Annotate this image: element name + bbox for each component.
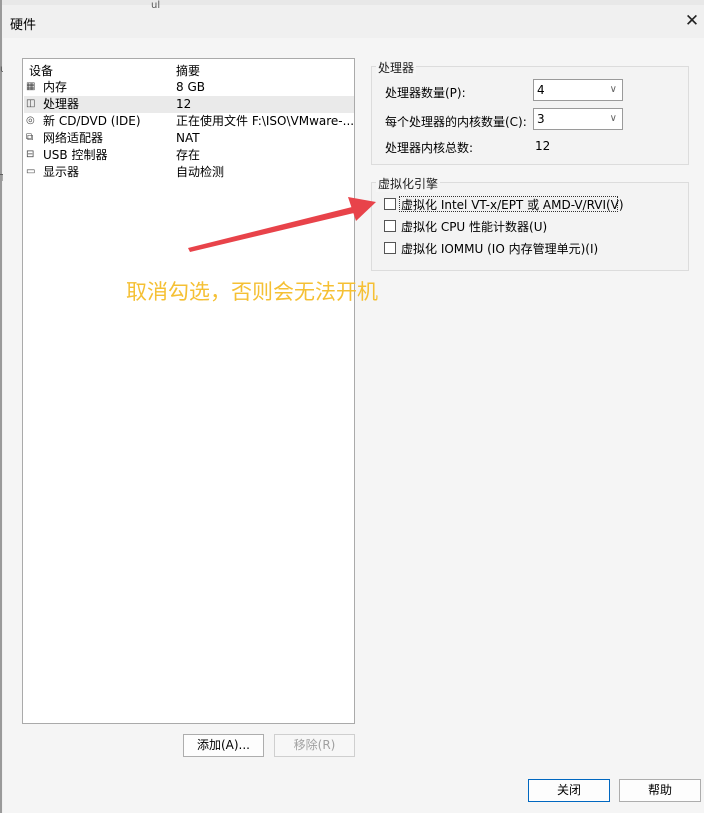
annotation-text: 取消勾选，否则会无法开机 — [126, 280, 378, 304]
annotation-arrow — [188, 197, 376, 252]
